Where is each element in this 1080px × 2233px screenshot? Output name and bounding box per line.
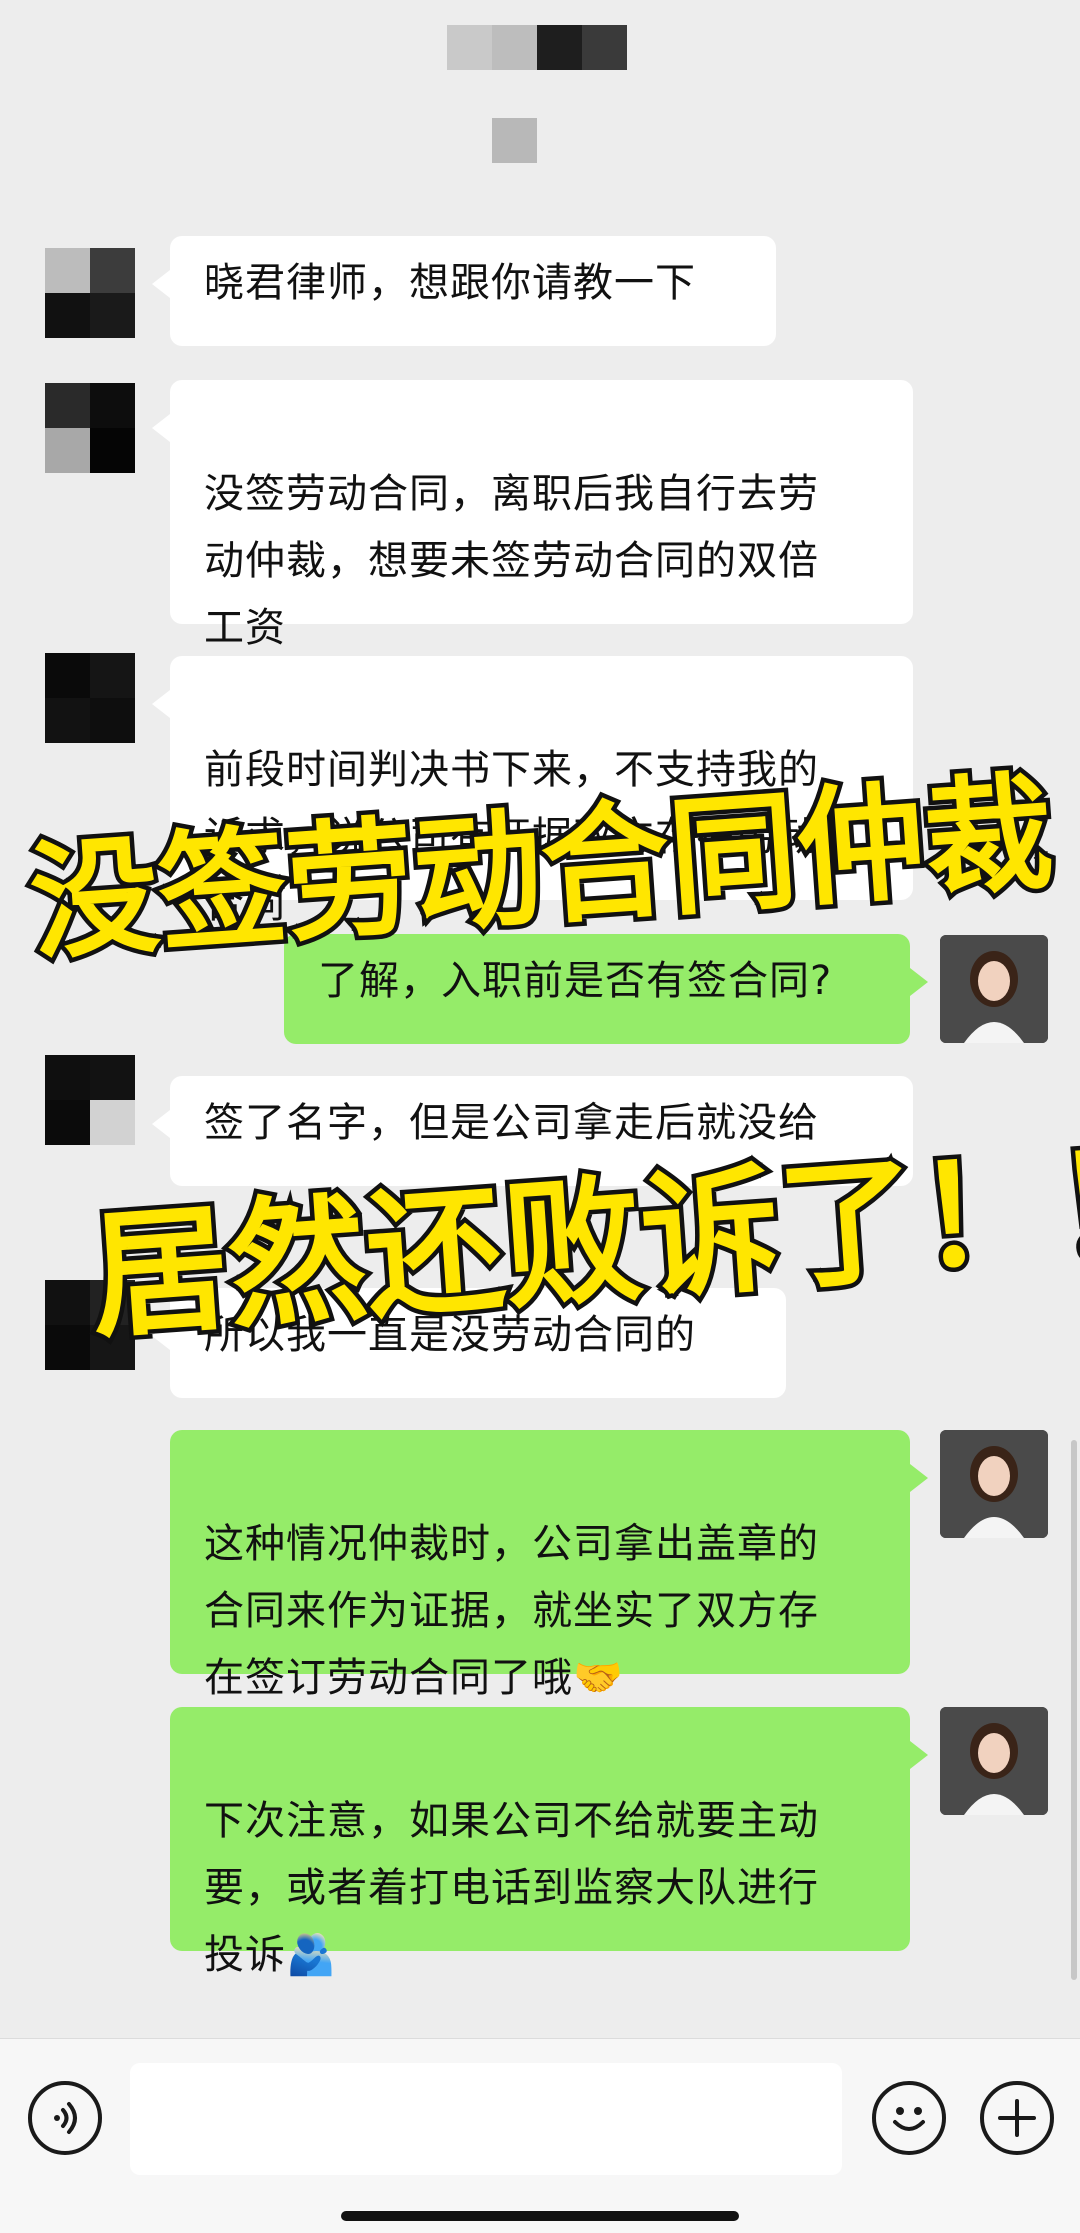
scrollbar[interactable] — [1071, 1440, 1077, 1980]
profile-photo-icon — [940, 935, 1048, 1043]
emoji-button[interactable] — [872, 2081, 946, 2155]
chat-title-redacted — [447, 25, 627, 70]
home-indicator[interactable] — [341, 2211, 739, 2221]
message-bubble-received[interactable]: 没签劳动合同，离职后我自行去劳 动仲裁，想要未签劳动合同的双倍 工资 — [152, 380, 913, 651]
message-text: 没签劳动合同，离职后我自行去劳 动仲裁，想要未签劳动合同的双倍 工资 — [204, 471, 819, 651]
plus-icon — [998, 2099, 1036, 2137]
user-avatar[interactable] — [940, 1707, 1048, 1815]
message-bubble-received[interactable]: 晓君律师，想跟你请教一下 — [152, 236, 776, 346]
contact-avatar[interactable] — [45, 383, 135, 473]
message-bubble-sent[interactable]: 这种情况仲裁时，公司拿出盖章的 合同来作为证据，就坐实了双方存 在签订劳动合同了… — [170, 1430, 928, 1701]
chat-subtitle-redacted — [492, 118, 537, 163]
voice-icon — [54, 2102, 77, 2134]
message-text: 晓君律师，想跟你请教一下 — [204, 260, 696, 306]
message-text: 下次注意，如果公司不给就要主动 要，或者着打电话到监察大队进行 投诉🫂 — [204, 1798, 819, 1978]
emoji-icon — [893, 2107, 925, 2131]
profile-photo-icon — [940, 1430, 1048, 1538]
message-text: 了解，入职前是否有签合同? — [318, 958, 833, 1004]
profile-photo-icon — [940, 1707, 1048, 1815]
contact-avatar[interactable] — [45, 1055, 135, 1145]
message-bubble-sent[interactable]: 下次注意，如果公司不给就要主动 要，或者着打电话到监察大队进行 投诉🫂 — [170, 1707, 928, 1978]
user-avatar[interactable] — [940, 1430, 1048, 1538]
message-input[interactable] — [130, 2063, 842, 2175]
voice-button[interactable] — [28, 2081, 102, 2155]
contact-avatar[interactable] — [45, 653, 135, 743]
message-text: 这种情况仲裁时，公司拿出盖章的 合同来作为证据，就坐实了双方存 在签订劳动合同了… — [204, 1521, 819, 1701]
plus-button[interactable] — [980, 2081, 1054, 2155]
input-bar — [0, 2038, 1080, 2233]
contact-avatar[interactable] — [45, 248, 135, 338]
user-avatar[interactable] — [940, 935, 1048, 1043]
